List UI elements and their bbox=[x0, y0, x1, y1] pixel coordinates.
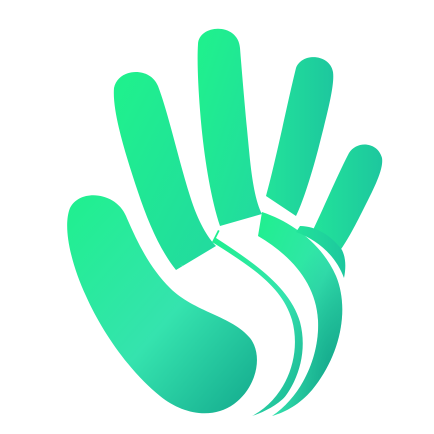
middle-finger-shape bbox=[197, 28, 262, 226]
ring-finger-shape bbox=[266, 57, 334, 216]
hand-logo-icon bbox=[67, 28, 383, 420]
logo-canvas bbox=[0, 0, 434, 434]
